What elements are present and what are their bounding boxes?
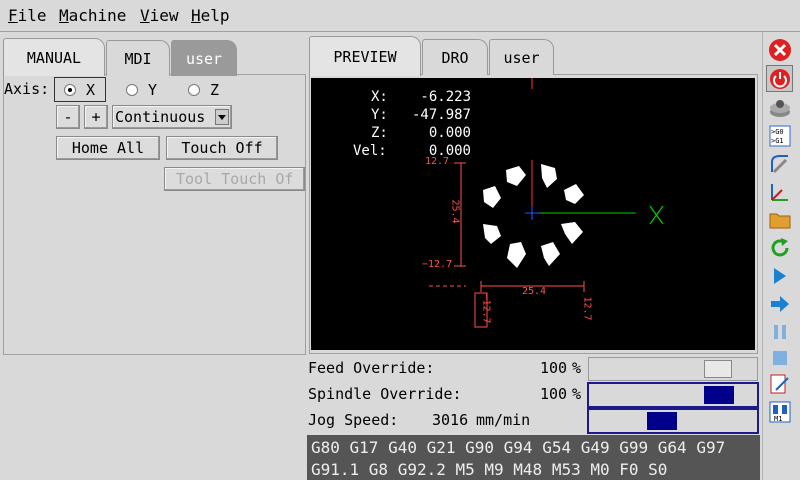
axes-icon[interactable]: [766, 178, 793, 205]
edit-icon[interactable]: [766, 370, 793, 397]
tab-mdi[interactable]: MDI: [106, 40, 170, 76]
power-icon[interactable]: [766, 65, 793, 92]
gcode-status: G80 G17 G40 G21 G90 G94 G54 G49 G99 G64 …: [307, 435, 760, 480]
jog-minus-button[interactable]: -: [56, 105, 80, 129]
tab-user-left[interactable]: user: [171, 40, 237, 76]
y-axis-marker: [527, 74, 537, 89]
estop-icon[interactable]: [766, 36, 793, 63]
gcode-line-2: G91.1 G8 G92.2 M5 M9 M48 M53 M0 F0 S0: [311, 460, 668, 479]
svg-text:M1: M1: [774, 415, 782, 423]
mdi-icon[interactable]: M1: [766, 398, 793, 425]
jog-speed-unit: mm/min: [476, 411, 531, 429]
preview-canvas[interactable]: X: -6.223 Y: -47.987 Z: 0.000 Vel: 0.000: [311, 78, 755, 350]
chevron-down-icon: [215, 109, 229, 125]
spindle-slider-thumb[interactable]: [704, 386, 734, 404]
tab-manual[interactable]: MANUAL: [3, 38, 105, 76]
feed-override-slider[interactable]: [588, 357, 758, 381]
menu-view[interactable]: View: [140, 6, 179, 25]
stop-icon[interactable]: [766, 344, 793, 371]
axis-x-radio[interactable]: X: [64, 78, 95, 102]
dim-bottom-label: −12.7: [422, 259, 453, 270]
reload-icon[interactable]: [766, 234, 793, 261]
dim-left-label: −12.7: [480, 293, 492, 324]
home-all-button[interactable]: Home All: [56, 136, 160, 160]
jog-speed-slider[interactable]: [587, 408, 759, 434]
jog-slider-thumb[interactable]: [647, 412, 677, 430]
radio-dot-icon: [188, 84, 200, 96]
tab-dro[interactable]: DRO: [422, 39, 488, 75]
dim-right-label: 12.7: [581, 296, 593, 321]
gcode-line-1: G80 G17 G40 G21 G90 G94 G54 G49 G99 G64 …: [311, 438, 726, 457]
svg-text:>G1: >G1: [771, 137, 784, 145]
jog-mode-select[interactable]: Continuous: [112, 105, 232, 129]
svg-text:>G0: >G0: [771, 128, 784, 136]
feed-override-value: 100: [540, 359, 568, 377]
pause-icon[interactable]: [766, 318, 793, 345]
axis-label: Axis:: [4, 80, 50, 98]
touch-off-button[interactable]: Touch Off: [166, 136, 278, 160]
offsets-icon[interactable]: >G0 >G1: [766, 122, 793, 149]
feed-override-label: Feed Override:: [308, 359, 435, 377]
feed-slider-thumb[interactable]: [704, 360, 732, 378]
feed-override-unit: %: [572, 359, 582, 377]
dim-top-label: 12.7: [425, 156, 450, 167]
step-icon[interactable]: [766, 290, 793, 317]
tab-preview[interactable]: PREVIEW: [309, 36, 421, 76]
axis-y-radio[interactable]: Y: [126, 78, 157, 102]
spindle-override-unit: %: [572, 385, 582, 403]
tool-touch-off-button[interactable]: Tool Touch Of: [164, 167, 305, 191]
jog-speed-value: 3016: [432, 411, 469, 429]
home-icon[interactable]: [766, 94, 793, 121]
dim-horizontal-label: 25.4: [522, 286, 547, 297]
menu-bar: File Machine View Help: [0, 0, 800, 32]
run-icon[interactable]: [766, 262, 793, 289]
toolpath-drawing: [429, 78, 664, 328]
radio-dot-icon: [126, 84, 138, 96]
open-file-icon[interactable]: [766, 206, 793, 233]
spindle-override-value: 100: [540, 385, 568, 403]
spindle-override-label: Spindle Override:: [308, 385, 462, 403]
menu-file[interactable]: File: [8, 6, 47, 25]
dim-vertical-label: 25.4: [449, 199, 461, 224]
axis-z-radio[interactable]: Z: [188, 78, 219, 102]
spindle-override-slider[interactable]: [587, 382, 759, 408]
tab-user-right[interactable]: user: [489, 39, 554, 75]
menu-machine[interactable]: Machine: [59, 6, 126, 25]
menu-help[interactable]: Help: [191, 6, 230, 25]
touch-icon[interactable]: [766, 150, 793, 177]
jog-speed-label: Jog Speed:: [308, 411, 399, 429]
radio-dot-icon: [64, 84, 76, 96]
jog-plus-button[interactable]: +: [84, 105, 108, 129]
